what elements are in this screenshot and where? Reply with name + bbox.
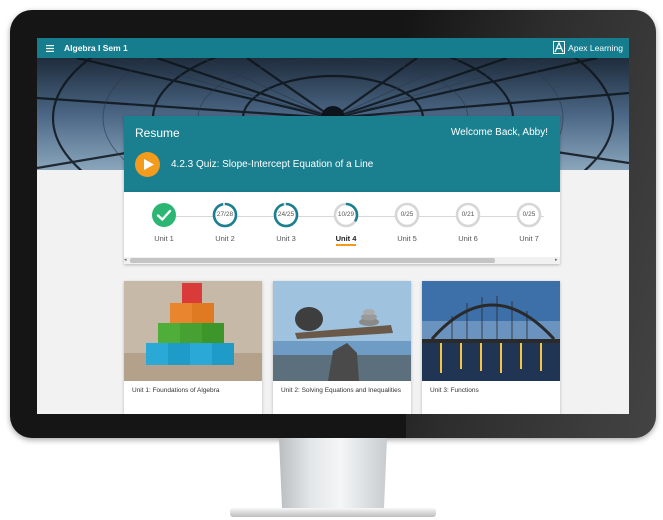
progress-count: 0/25 xyxy=(400,211,414,218)
unit-7-progress[interactable]: 0/25 Unit 7 xyxy=(504,202,554,250)
unit-6-progress[interactable]: 0/21 Unit 6 xyxy=(443,202,493,250)
resume-card: Resume Welcome Back, Abby! 4.2.3 Quiz: S… xyxy=(124,116,560,192)
unit-1-progress[interactable]: Unit 1 xyxy=(139,202,189,250)
unit-1-complete-badge xyxy=(151,202,177,228)
resume-play-button[interactable] xyxy=(135,152,160,177)
unit-label: Unit 6 xyxy=(458,234,478,243)
unit-2-progress[interactable]: 27/28 Unit 2 xyxy=(200,202,250,250)
unit-card-title: Unit 2: Solving Equations and Inequaliti… xyxy=(281,387,401,394)
unit-4-progress[interactable]: 10/29 Unit 4 xyxy=(321,202,371,250)
progress-ring: 0/25 xyxy=(516,202,542,228)
balanced-rocks-image xyxy=(273,281,411,381)
play-icon xyxy=(143,159,154,170)
unit-progress-strip: Unit 1 27/28 Unit 2 24/25 Unit 3 10/29 U… xyxy=(124,192,560,264)
menu-icon[interactable] xyxy=(46,44,54,52)
unit-strip-scrollbar[interactable]: ◂ ▸ xyxy=(124,257,560,264)
progress-ring: 10/29 xyxy=(333,202,359,228)
app-bar: Algebra I Sem 1 Apex Learning xyxy=(37,38,629,58)
unit-label: Unit 5 xyxy=(397,234,417,243)
unit-label: Unit 7 xyxy=(519,234,539,243)
progress-ring: 27/28 xyxy=(212,202,238,228)
unit-label: Unit 4 xyxy=(335,234,357,246)
unit-card-title: Unit 1: Foundations of Algebra xyxy=(132,387,220,394)
unit-label: Unit 2 xyxy=(215,234,235,243)
unit-3-progress[interactable]: 24/25 Unit 3 xyxy=(261,202,311,250)
bridge-at-night-image xyxy=(422,281,560,381)
scroll-left-icon[interactable]: ◂ xyxy=(124,258,129,263)
resume-activity-link[interactable]: 4.2.3 Quiz: Slope-Intercept Equation of … xyxy=(171,159,373,170)
resume-heading: Resume xyxy=(135,126,180,140)
progress-count: 0/21 xyxy=(461,211,475,218)
monitor-frame: Algebra I Sem 1 Apex Learning Resume Wel… xyxy=(10,10,656,438)
unit-label: Unit 1 xyxy=(154,234,174,243)
monitor-stand xyxy=(279,438,387,508)
monitor-base xyxy=(230,508,436,517)
unit-5-progress[interactable]: 0/25 Unit 5 xyxy=(382,202,432,250)
progress-count: 24/25 xyxy=(277,211,295,218)
scrollbar-thumb[interactable] xyxy=(130,258,495,263)
progress-ring: 24/25 xyxy=(273,202,299,228)
progress-ring: 0/21 xyxy=(455,202,481,228)
progress-count: 0/25 xyxy=(522,211,536,218)
progress-ring: 0/25 xyxy=(394,202,420,228)
welcome-message: Welcome Back, Abby! xyxy=(450,127,548,138)
brand-name: Apex Learning xyxy=(568,42,623,53)
unit-card-1[interactable]: Unit 1: Foundations of Algebra xyxy=(124,281,262,414)
brand-logo: Apex Learning xyxy=(553,41,623,54)
app-screen: Algebra I Sem 1 Apex Learning Resume Wel… xyxy=(37,38,629,414)
unit-card-2[interactable]: Unit 2: Solving Equations and Inequaliti… xyxy=(273,281,411,414)
progress-count: 27/28 xyxy=(216,211,234,218)
checkmark-icon xyxy=(152,203,176,227)
unit-card-3[interactable]: Unit 3: Functions xyxy=(422,281,560,414)
unit-card-title: Unit 3: Functions xyxy=(430,387,479,394)
apex-logo-icon xyxy=(553,41,566,54)
scroll-right-icon[interactable]: ▸ xyxy=(555,258,560,263)
building-blocks-image xyxy=(124,281,262,381)
progress-count: 10/29 xyxy=(337,211,355,218)
unit-label: Unit 3 xyxy=(276,234,296,243)
course-title: Algebra I Sem 1 xyxy=(64,43,128,53)
